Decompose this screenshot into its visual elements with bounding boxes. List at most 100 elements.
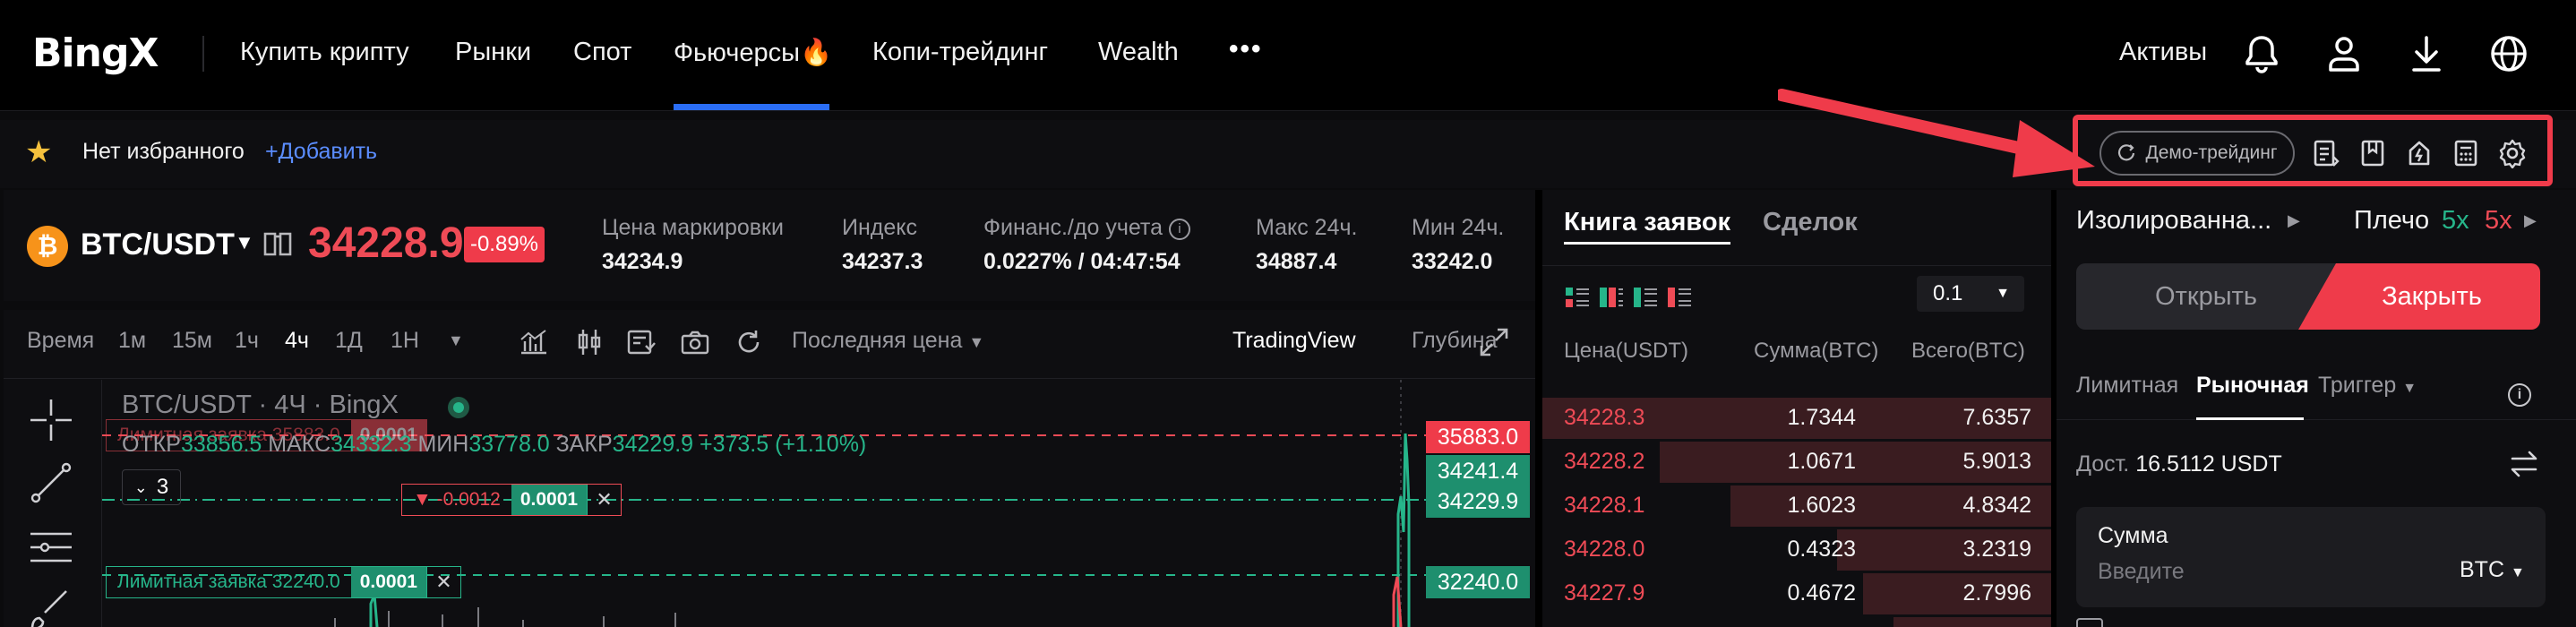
amount-label: Сумма [2098,523,2168,548]
order-type-market[interactable]: Рыночная [2196,373,2309,399]
nav-wealth[interactable]: Wealth [1098,38,1179,67]
nav-buy-crypto[interactable]: Купить крипту [240,38,409,67]
order-book-ask-row[interactable]: 34228.2 1.0671 5.9013 [1542,442,2051,483]
info-icon[interactable]: i [2508,383,2531,407]
buy-limit-order-tag[interactable]: Лимитная заявка 32240.0 0.0001 ✕ [106,566,461,598]
add-favorite-link[interactable]: +Добавить [265,139,377,165]
user-icon[interactable] [2322,30,2366,77]
amount-input[interactable]: Введите [2098,559,2185,585]
close-position-tab[interactable]: Закрыть [2298,263,2540,330]
order-book-ask-row[interactable]: 34228.0 0.4323 3.2319 [1542,529,2051,571]
timeframe-1d[interactable]: 1Д [335,328,363,354]
ask-total: 3.2319 [1962,537,2031,562]
ask-amount: 0.4672 [1787,580,1856,606]
header-price: Цена(USDT) [1564,339,1689,363]
symbol-selector[interactable]: BTC/USDT [81,228,235,262]
camera-icon[interactable] [677,324,713,360]
globe-icon[interactable] [2486,30,2531,77]
order-book-ask-row[interactable]: 34227.9 0.4672 2.7996 [1542,573,2051,614]
annotation-highlight-box [2073,115,2553,186]
header-total: Всего(BTC) [1911,339,2025,363]
nav-assets[interactable]: Активы [2119,38,2207,67]
transfer-icon[interactable] [2508,448,2540,480]
book-divider [1542,265,2051,266]
more-dots-icon[interactable]: ••• [1229,34,1263,64]
option-checkbox[interactable] [2076,618,2103,627]
price-source-select[interactable]: Последняя цена ▼ [792,328,984,354]
caret-down-icon: ▼ [2510,565,2525,580]
info-circle-icon: i [1168,219,1190,240]
ask-price: 34227.9 [1564,580,1645,606]
chart-toolbar-divider [4,378,1535,379]
ask-amount: 1.0671 [1787,449,1856,474]
low-24h-value: 33242.0 [1412,249,1493,274]
margin-mode-select[interactable]: Изолированна... [2076,206,2271,236]
chevron-down-icon: ⌄ [133,477,148,496]
caret-down-icon[interactable]: ▼ [235,231,254,254]
template-icon[interactable] [623,324,659,360]
star-icon[interactable]: ★ [25,134,52,170]
book-both-icon[interactable] [1564,285,1591,310]
refresh-icon[interactable] [731,324,767,360]
bingx-logo[interactable]: BingX [32,30,159,76]
chart-title: BTC/USDT · 4Ч · BingX [122,391,399,419]
panel-divider [1535,190,1542,627]
leverage-long[interactable]: 5x [2442,206,2469,236]
high-24h-value: 34887.4 [1256,249,1337,274]
nav-spot[interactable]: Спот [573,38,631,67]
ask-total: 4.8342 [1962,493,2031,518]
index-value: 34237.3 [842,249,923,274]
position-tag[interactable]: ▼ -0.0012 0.0001 ✕ [401,484,623,516]
open-position-tab[interactable]: Открыть [2076,263,2336,330]
leverage-short[interactable]: 5x [2485,206,2512,236]
caret-right-icon[interactable]: ▶ [2524,211,2537,230]
mark-price-value: 34234.9 [602,249,683,274]
order-book-ask-row[interactable]: 34227.80.75812.3324 [1542,617,2051,627]
fullscreen-icon[interactable] [1476,324,1512,360]
tab-order-book[interactable]: Книга заявок [1564,208,1730,237]
order-book-ask-row[interactable]: 34228.1 1.6023 4.8342 [1542,485,2051,527]
buy-order-price-tag: 32240.0 [1426,566,1530,598]
nav-copy-trading[interactable]: Копи-трейдинг [872,38,1048,67]
price-step-select[interactable]: 0.1 ▼ [1917,276,2024,312]
indicators-collapse-button[interactable]: ⌄ 3 [122,469,181,505]
close-icon[interactable]: ✕ [425,567,460,597]
ask-amount: 0.4323 [1787,537,1856,562]
order-type-trigger[interactable]: Триггер ▼ [2318,373,2417,399]
book-asks-icon[interactable] [1666,285,1693,310]
close-icon[interactable]: ✕ [587,485,621,515]
amount-unit-select[interactable]: BTC ▼ [2460,557,2525,583]
order-qty: 0.0001 [350,567,426,597]
trend-line-icon[interactable] [27,459,75,507]
timeframe-1h[interactable]: 1ч [235,328,259,354]
tradingview-toggle[interactable]: TradingView [1232,328,1356,354]
last-price-tag: 34229.9 [1426,485,1530,518]
bitcoin-icon: ₿ [27,226,68,267]
book-split-icon[interactable] [1598,285,1625,310]
timeframe-dropdown-icon[interactable]: ▼ [448,331,464,350]
nav-futures[interactable]: Фьючерсы🔥 [674,38,832,68]
crosshair-icon[interactable] [27,396,75,444]
nav-active-indicator [674,104,829,110]
bell-icon[interactable] [2239,30,2284,77]
timeframe-4h[interactable]: 4ч [285,328,309,354]
brush-icon[interactable] [27,586,75,627]
timeframe-1m[interactable]: 1м [118,328,146,354]
candles-icon[interactable] [571,324,607,360]
download-icon[interactable] [2404,30,2449,77]
timeframe-1w[interactable]: 1Н [391,328,419,354]
leverage-label[interactable]: Плечо [2354,206,2429,236]
indicators-icon[interactable] [516,324,552,360]
header-amount: Сумма(BTC) [1754,339,1879,363]
order-book-ask-row[interactable]: 34228.3 1.7344 7.6357 [1542,398,2051,439]
timeframe-15m[interactable]: 15м [172,328,212,354]
caret-right-icon[interactable]: ▶ [2288,211,2300,230]
order-type-limit[interactable]: Лимитная [2076,373,2178,399]
tab-trades[interactable]: Сделок [1763,208,1858,237]
nav-markets[interactable]: Рынки [455,38,531,67]
favorites-empty-label: Нет избранного [82,139,245,164]
book-bids-icon[interactable] [1632,285,1659,310]
timeframe-time[interactable]: Время [27,328,94,354]
book-icon[interactable] [262,228,294,260]
horizontal-lines-icon[interactable] [27,523,75,571]
